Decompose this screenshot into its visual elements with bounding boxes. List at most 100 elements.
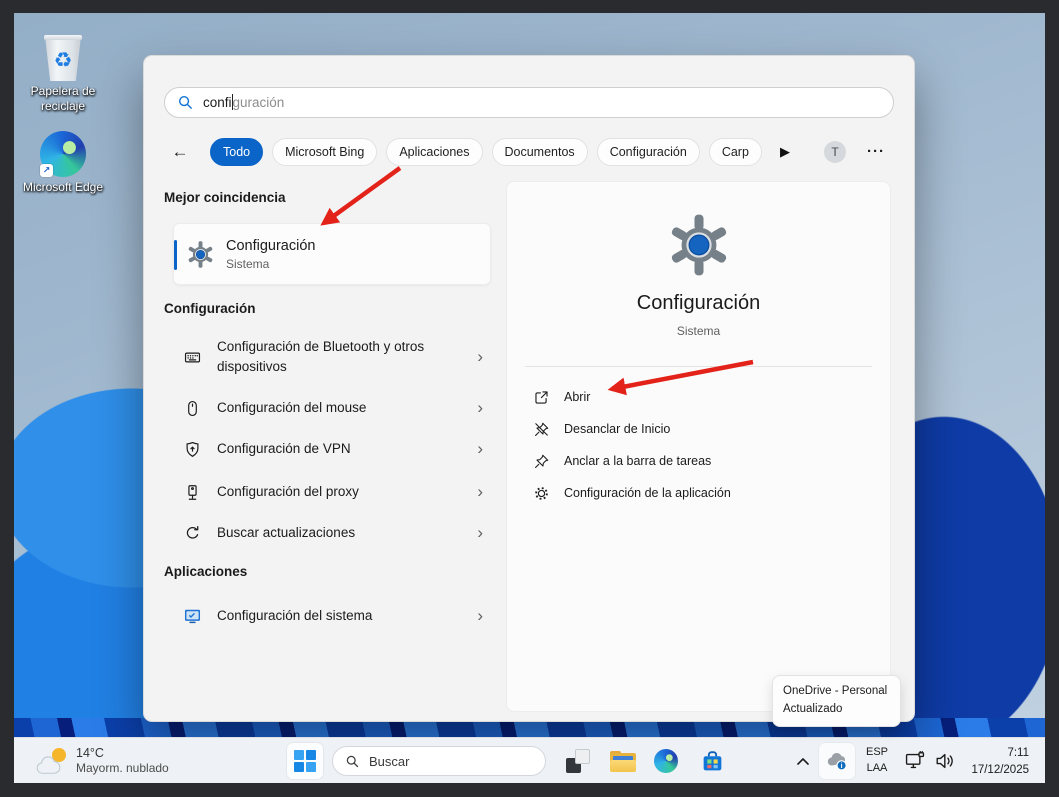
recycle-bin-icon: ♻ bbox=[41, 35, 85, 81]
result-vpn-settings[interactable]: Configuración de VPN › bbox=[173, 435, 491, 463]
action-unpin-from-start[interactable]: Desanclar de Inicio bbox=[533, 414, 863, 444]
chevron-right-icon: › bbox=[477, 347, 483, 367]
best-match-heading: Mejor coincidencia bbox=[164, 190, 286, 205]
chevron-right-icon: › bbox=[477, 439, 483, 459]
back-arrow-icon[interactable]: ← bbox=[168, 140, 192, 164]
vpn-shield-icon bbox=[183, 440, 202, 459]
result-label: Configuración del sistema bbox=[217, 606, 462, 626]
action-open[interactable]: Abrir bbox=[533, 382, 863, 412]
best-match-subtitle: Sistema bbox=[226, 257, 315, 271]
chevron-right-icon: › bbox=[477, 398, 483, 418]
start-button[interactable] bbox=[286, 742, 324, 780]
chevron-right-icon: › bbox=[477, 523, 483, 543]
system-config-app-icon bbox=[183, 607, 202, 626]
pin-icon bbox=[533, 453, 550, 470]
screenshot-frame: ♻ Papelera de reciclaje ↗ Microsoft Edge… bbox=[0, 0, 1059, 797]
desktop: ♻ Papelera de reciclaje ↗ Microsoft Edge… bbox=[14, 13, 1045, 783]
tray-onedrive-button[interactable]: i bbox=[818, 742, 856, 780]
toast-line2: Actualizado bbox=[783, 701, 890, 719]
edge-icon bbox=[654, 749, 678, 773]
selection-accent-bar bbox=[174, 240, 177, 270]
tray-clock[interactable]: 7:11 17/12/2025 bbox=[971, 745, 1029, 778]
tray-overflow-button[interactable] bbox=[790, 741, 816, 781]
language-line2: LAA bbox=[860, 761, 894, 777]
tray-volume-button[interactable] bbox=[930, 746, 960, 776]
preview-title: Configuración bbox=[507, 292, 890, 315]
windows-logo-icon bbox=[294, 750, 316, 772]
best-match-title: Configuración bbox=[226, 237, 315, 257]
result-proxy-settings[interactable]: Configuración del proxy › bbox=[173, 478, 491, 506]
open-external-icon bbox=[533, 389, 550, 406]
folder-icon bbox=[610, 751, 636, 772]
desktop-icon-recycle-bin[interactable]: ♻ Papelera de reciclaje bbox=[15, 35, 111, 114]
update-refresh-icon bbox=[183, 524, 202, 543]
result-label: Buscar actualizaciones bbox=[217, 523, 462, 543]
proxy-server-icon bbox=[183, 483, 202, 502]
more-options-icon[interactable]: ··· bbox=[862, 138, 890, 164]
tab-carpetas-truncated[interactable]: Carp bbox=[709, 138, 762, 166]
tab-documentos[interactable]: Documentos bbox=[492, 138, 588, 166]
tabs-scroll-area: Todo Microsoft Bing Aplicaciones Documen… bbox=[210, 138, 772, 167]
speaker-icon bbox=[934, 750, 956, 772]
tab-configuracion[interactable]: Configuración bbox=[597, 138, 700, 166]
taskbar-app-store[interactable] bbox=[692, 741, 732, 781]
action-label: Abrir bbox=[564, 390, 590, 404]
best-match-result[interactable]: Configuración Sistema bbox=[173, 223, 491, 285]
action-app-settings[interactable]: Configuración de la aplicación bbox=[533, 478, 863, 508]
result-label: Configuración del proxy bbox=[217, 482, 462, 502]
tab-aplicaciones[interactable]: Aplicaciones bbox=[386, 138, 482, 166]
settings-gear-icon-large bbox=[668, 214, 730, 276]
shortcut-arrow-icon: ↗ bbox=[40, 164, 53, 177]
desktop-icon-label: Microsoft Edge bbox=[23, 180, 103, 195]
tabs-scroll-right-icon[interactable]: ▶ bbox=[774, 141, 796, 163]
onedrive-cloud-icon: i bbox=[824, 749, 850, 773]
tab-microsoft-bing[interactable]: Microsoft Bing bbox=[272, 138, 377, 166]
taskbar-app-file-explorer[interactable] bbox=[603, 741, 643, 781]
search-icon bbox=[177, 94, 194, 111]
taskbar-app-edge[interactable] bbox=[646, 741, 686, 781]
mouse-icon bbox=[183, 399, 202, 418]
divider bbox=[525, 366, 872, 367]
tray-language-indicator[interactable]: ESP LAA bbox=[860, 745, 894, 777]
result-bluetooth-settings[interactable]: Configuración de Bluetooth y otros dispo… bbox=[173, 333, 491, 381]
taskbar-app-task-view[interactable] bbox=[558, 741, 598, 781]
chevron-right-icon: › bbox=[477, 606, 483, 626]
task-view-icon bbox=[566, 749, 590, 773]
result-system-configuration-app[interactable]: Configuración del sistema › bbox=[173, 602, 491, 630]
weather-temperature: 14°C bbox=[76, 745, 169, 761]
clock-time: 7:11 bbox=[971, 745, 1029, 762]
store-icon bbox=[700, 749, 725, 774]
weather-condition: Mayorm. nublado bbox=[76, 761, 169, 777]
desktop-icon-label: Papelera de reciclaje bbox=[15, 84, 111, 114]
weather-icon bbox=[34, 748, 68, 775]
action-pin-to-taskbar[interactable]: Anclar a la barra de tareas bbox=[533, 446, 863, 476]
desktop-icon-microsoft-edge[interactable]: ↗ Microsoft Edge bbox=[15, 131, 111, 195]
weather-widget[interactable]: 14°C Mayorm. nublado bbox=[28, 742, 175, 780]
app-preview-card: Configuración Sistema Abrir Desanclar d bbox=[506, 181, 891, 712]
search-query-typed: confi bbox=[203, 95, 232, 110]
tray-network-button[interactable] bbox=[900, 746, 930, 776]
action-label: Desanclar de Inicio bbox=[564, 422, 670, 436]
search-input[interactable]: configuración bbox=[164, 87, 894, 118]
result-check-updates[interactable]: Buscar actualizaciones › bbox=[173, 519, 491, 547]
action-label: Anclar a la barra de tareas bbox=[564, 454, 711, 468]
filter-tabs-row: ← Todo Microsoft Bing Aplicaciones Docum… bbox=[144, 138, 914, 167]
taskbar-search-label: Buscar bbox=[369, 754, 409, 769]
search-flyout-panel: configuración ← Todo Microsoft Bing Apli… bbox=[143, 55, 915, 722]
result-label: Configuración de Bluetooth y otros dispo… bbox=[217, 337, 462, 376]
clock-date: 17/12/2025 bbox=[971, 762, 1029, 779]
chevron-up-icon bbox=[797, 758, 809, 765]
tab-todo[interactable]: Todo bbox=[210, 138, 263, 166]
onedrive-status-toast: OneDrive - Personal Actualizado bbox=[772, 675, 901, 727]
toast-line1: OneDrive - Personal bbox=[783, 683, 890, 701]
taskbar-search-box[interactable]: Buscar bbox=[332, 746, 546, 776]
search-icon bbox=[345, 754, 360, 769]
devices-keyboard-icon bbox=[183, 348, 202, 367]
result-mouse-settings[interactable]: Configuración del mouse › bbox=[173, 394, 491, 422]
chevron-right-icon: › bbox=[477, 482, 483, 502]
account-avatar[interactable]: T bbox=[824, 141, 846, 163]
settings-gear-icon bbox=[187, 241, 214, 268]
search-query-suggestion: guración bbox=[233, 95, 285, 110]
language-line1: ESP bbox=[860, 745, 894, 761]
settings-section-heading: Configuración bbox=[164, 301, 256, 316]
